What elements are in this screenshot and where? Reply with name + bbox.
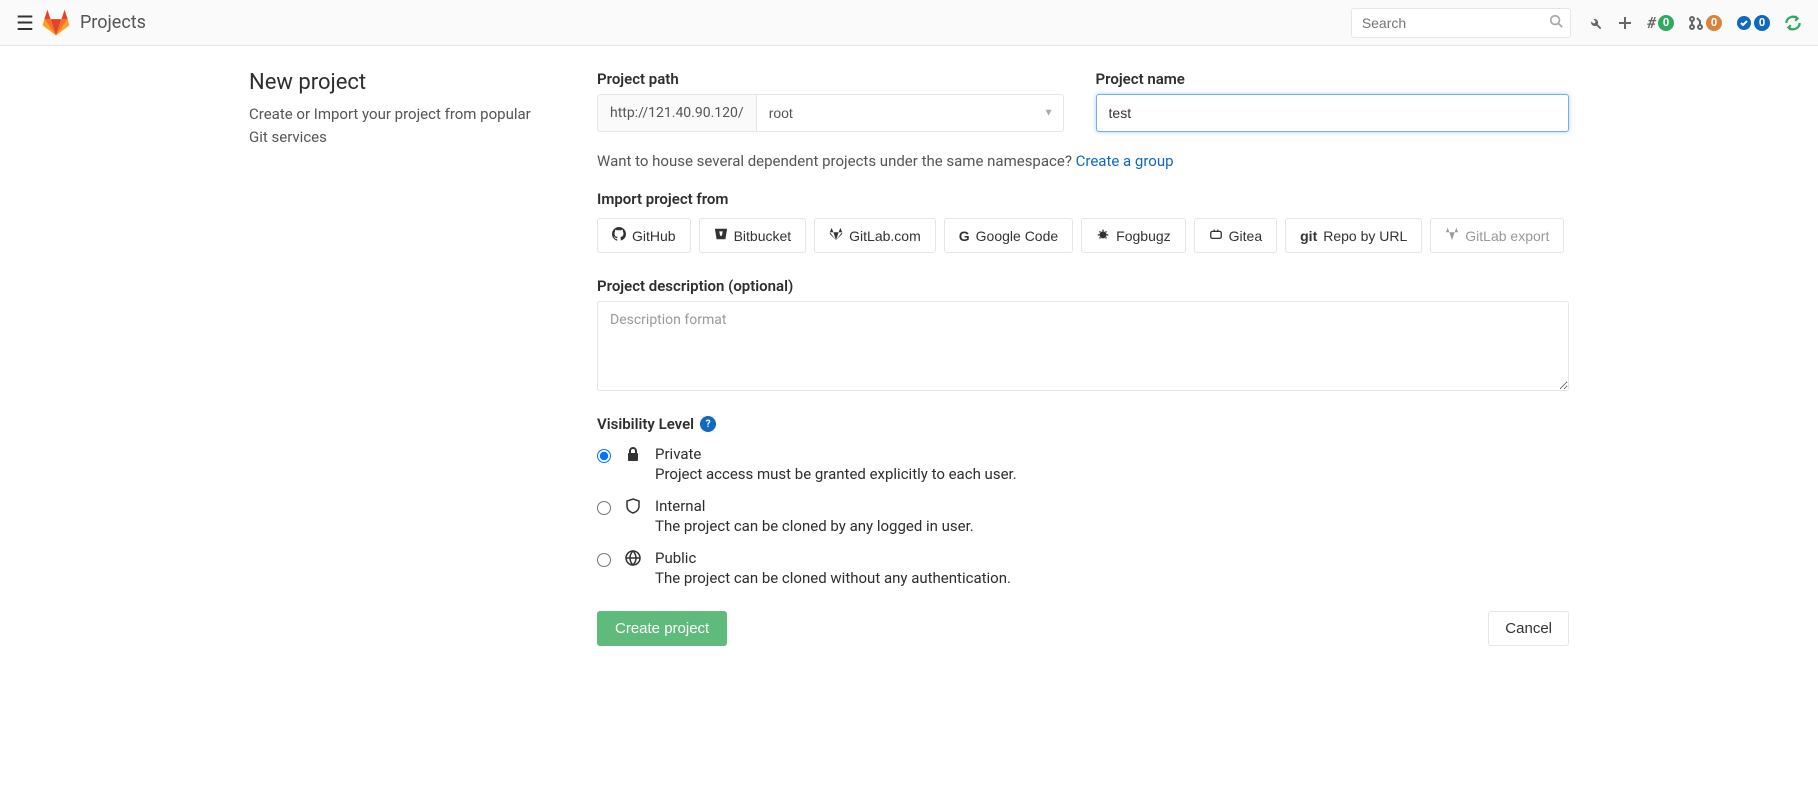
cycle-icon[interactable] [1784, 14, 1802, 32]
page-title: New project [249, 70, 549, 95]
hamburger-menu-icon[interactable]: ☰ [16, 11, 34, 35]
import-section-label: Import project from [597, 190, 1569, 208]
path-name-row: Project path http://121.40.90.120/ root … [597, 70, 1569, 132]
search-icon [1549, 14, 1563, 32]
globe-icon [623, 550, 643, 571]
form-actions: Create project Cancel [597, 611, 1569, 646]
admin-wrench-icon[interactable] [1587, 15, 1603, 31]
visibility-internal-title: Internal [655, 497, 1569, 515]
github-icon [612, 227, 626, 244]
description-textarea[interactable] [597, 301, 1569, 391]
right-column: Project path http://121.40.90.120/ root … [597, 70, 1569, 646]
bitbucket-icon [714, 227, 728, 244]
visibility-internal-radio[interactable] [597, 501, 611, 515]
nav-icons: # 0 0 0 [1587, 13, 1802, 32]
bug-icon [1096, 227, 1110, 244]
visibility-internal-option[interactable]: Internal The project can be cloned by an… [597, 497, 1569, 535]
project-path-group: http://121.40.90.120/ root ▼ [597, 94, 1064, 132]
visibility-public-desc: The project can be cloned without any au… [655, 569, 1569, 587]
visibility-private-title: Private [655, 445, 1569, 463]
visibility-public-radio[interactable] [597, 553, 611, 567]
import-gitlabexport-button[interactable]: GitLab export [1430, 218, 1564, 253]
visibility-public-title: Public [655, 549, 1569, 567]
import-gitea-button[interactable]: Gitea [1194, 218, 1277, 253]
merge-requests-icon[interactable]: 0 [1688, 15, 1722, 31]
gitlab-icon [829, 227, 843, 244]
todos-badge: 0 [1754, 15, 1770, 31]
gitlab-logo-icon[interactable] [42, 9, 70, 37]
page-subtitle: Create or Import your project from popul… [249, 103, 549, 148]
main-container: New project Create or Import your projec… [209, 46, 1609, 670]
issues-icon[interactable]: # 0 [1647, 13, 1674, 32]
gitlab-export-icon [1445, 227, 1459, 244]
visibility-internal-desc: The project can be cloned by any logged … [655, 517, 1569, 535]
import-repobyurl-button[interactable]: git Repo by URL [1285, 218, 1422, 253]
base-url-addon: http://121.40.90.120/ [597, 94, 756, 132]
shield-icon [623, 498, 643, 519]
import-fogbugz-button[interactable]: Fogbugz [1081, 218, 1185, 253]
visibility-public-option[interactable]: Public The project can be cloned without… [597, 549, 1569, 587]
create-project-button[interactable]: Create project [597, 611, 727, 646]
cancel-button[interactable]: Cancel [1488, 611, 1569, 646]
visibility-label: Visibility Level [597, 415, 694, 433]
gitea-icon [1209, 227, 1223, 244]
nav-title[interactable]: Projects [80, 12, 146, 33]
import-buttons-row: GitHub Bitbucket GitLab.com G Google Cod… [597, 218, 1569, 253]
mr-badge: 0 [1706, 15, 1722, 31]
import-github-button[interactable]: GitHub [597, 218, 691, 253]
google-icon: G [959, 228, 970, 244]
issues-badge: 0 [1658, 15, 1674, 31]
create-group-link[interactable]: Create a group [1076, 152, 1174, 170]
import-googlecode-button[interactable]: G Google Code [944, 218, 1073, 253]
search-input[interactable] [1351, 8, 1571, 38]
visibility-private-radio[interactable] [597, 449, 611, 463]
search-box [1351, 8, 1571, 38]
new-plus-icon[interactable] [1617, 15, 1633, 31]
project-name-label: Project name [1096, 70, 1569, 88]
todos-icon[interactable]: 0 [1736, 15, 1770, 31]
top-nav: ☰ Projects # 0 0 0 [0, 0, 1818, 46]
visibility-private-option[interactable]: Private Project access must be granted e… [597, 445, 1569, 483]
import-gitlabcom-button[interactable]: GitLab.com [814, 218, 936, 253]
help-icon[interactable]: ? [700, 416, 716, 432]
left-column: New project Create or Import your projec… [249, 70, 549, 646]
namespace-hint: Want to house several dependent projects… [597, 152, 1569, 170]
import-bitbucket-button[interactable]: Bitbucket [699, 218, 807, 253]
project-name-input[interactable] [1096, 94, 1569, 132]
git-icon: git [1300, 228, 1317, 244]
project-path-label: Project path [597, 70, 1064, 88]
description-label: Project description (optional) [597, 277, 1569, 295]
namespace-select[interactable]: root [756, 94, 1064, 132]
lock-icon [623, 446, 643, 467]
visibility-private-desc: Project access must be granted explicitl… [655, 465, 1569, 483]
